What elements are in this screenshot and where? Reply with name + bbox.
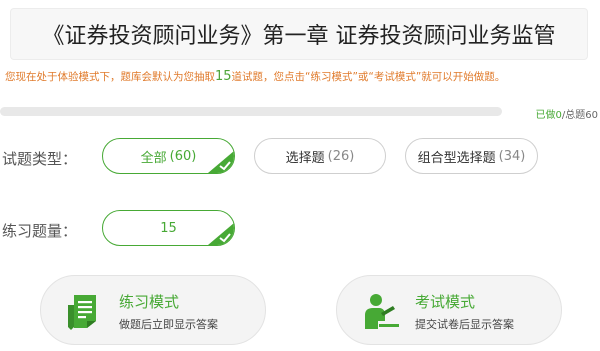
progress-bar [0,107,502,116]
quantity-value: 15 [160,220,177,236]
selected-check-icon [208,223,234,245]
type-option-choice-count: (26) [327,148,355,164]
type-option-all[interactable]: 全部 (60) [102,138,235,174]
practice-sheet-icon [68,295,96,330]
exam-person-icon [365,294,399,329]
page-title: 《证券投资顾问业务》第一章 证券投资顾问业务监管 [10,8,588,60]
practice-mode-title: 练习模式 [119,293,180,311]
practice-mode-desc: 做题后立即显示答案 [119,318,218,331]
exam-mode-title: 考试模式 [415,293,476,311]
progress-done: 已做0 [535,110,562,121]
page-title-text: 《证券投资顾问业务》第一章 证券投资顾问业务监管 [42,24,556,49]
selected-check-icon [208,151,234,173]
notice-suffix: 道试题，您点击“练习模式”或“考试模式”就可以开始做题。 [231,71,506,83]
progress-label: 已做0/总题60 [536,106,598,121]
notice-question-count: 15 [215,69,232,84]
type-option-combined-choice[interactable]: 组合型选择题 (34) [405,138,538,174]
type-option-choice-label: 选择题 [285,150,325,166]
progress-total: /总题60 [561,110,598,121]
type-option-all-label: 全部 [140,150,167,166]
practice-mode-button[interactable]: 练习模式 做题后立即显示答案 [40,275,266,345]
trial-mode-notice: 您现在处于体验模式下，题库会默认为您抽取15道试题，您点击“练习模式”或“考试模… [5,69,505,84]
exam-mode-desc: 提交试卷后显示答案 [415,318,514,331]
notice-prefix: 您现在处于体验模式下，题库会默认为您抽取 [5,71,215,83]
quantity-selector[interactable]: 15 [102,210,235,246]
type-option-all-count: (60) [169,148,197,164]
type-option-combined-label: 组合型选择题 [417,150,496,166]
type-option-combined-count: (34) [498,148,526,164]
question-type-label: 试题类型： [2,150,78,168]
exam-mode-button[interactable]: 考试模式 提交试卷后显示答案 [336,275,562,345]
type-option-choice[interactable]: 选择题 (26) [254,138,386,174]
quantity-label: 练习题量： [2,222,78,240]
